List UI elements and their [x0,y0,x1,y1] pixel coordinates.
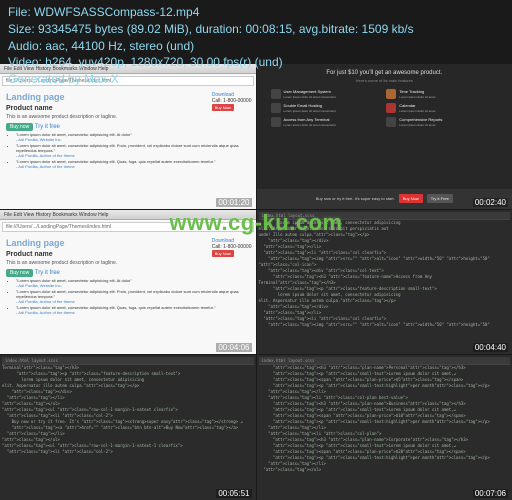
menubar: File Edit View History Bookmarks Window … [0,210,256,220]
thumb-4-editor: index.html layout.scss lorem ipsum dolor… [257,210,512,355]
quote-list: "Lorem ipsum dolor sit amet, consectetur… [16,278,250,315]
editor-tabs[interactable]: index.html layout.scss [2,357,254,365]
right-column: Download Call: 1-800-00000 Buy Now [212,92,252,111]
thumb-6-editor: index.html layout.scss "attr">class="tag… [257,355,512,500]
timestamp: 00:05:51 [216,489,251,498]
quote-list: "Lorem ipsum dolor sit amet, consectetur… [16,132,250,169]
editor-tabs[interactable]: index.html layout.scss [259,212,511,220]
size-line: Size: 93345475 bytes (89.02 MiB), durati… [8,21,504,38]
buy-now-button[interactable]: Buy Now [212,104,234,111]
code-body-1: index.html layout.scss lorem ipsum dolor… [257,210,512,355]
try-link[interactable]: Try it free [35,124,60,130]
quote-3: "Lorem ipsum dolor sit amet, consectetur… [16,159,250,169]
timestamp: 00:02:40 [473,198,508,207]
audio-line: Audio: aac, 44100 Hz, stereo (und) [8,38,504,55]
features-grid: User Management SystemLorem ipsum dolor … [263,89,507,127]
quote-2: "Lorem ipsum dolor sit amet, consectetur… [16,143,250,158]
video-line: Video: h264, yuv420p, 1280x720, 30.00 fp… [8,54,504,71]
page-body: Landing page Product name This is an awe… [0,234,256,320]
feature-6: Comprehensive ReportsLorem ipsum dolor s… [386,117,498,127]
feature-4: CalendarLorem ipsum dolor sit amet [386,103,498,113]
url-bar: file:///Users/.../LandingPage/Themes/ind… [2,222,254,232]
thumb-3-browser: File Edit View History Bookmarks Window … [0,210,256,355]
buy-now-button[interactable]: Buy Now [212,250,234,257]
thumb-5-editor: index.html layout.scss Terminal"attr">cl… [0,355,256,500]
editor-tabs[interactable]: index.html layout.scss [259,357,511,365]
timestamp: 00:04:40 [473,343,508,352]
cta-try-button[interactable]: Try it Free [427,194,453,203]
file-line: File: WDWFSASSCompass-12.mp4 [8,4,504,21]
media-info-header: File: WDWFSASSCompass-12.mp4 Size: 93345… [0,0,512,92]
buy-button[interactable]: Buy now [6,123,33,131]
generated-line: Generated by Max-X [8,71,504,88]
code-body-3: index.html layout.scss "attr">class="tag… [257,355,512,500]
calendar-icon [386,103,396,113]
thumbnail-grid: File Edit View History Bookmarks Window … [0,64,512,500]
cta-buy-button[interactable]: Buy Now [399,194,423,203]
feature-5: Access from Any TerminalLorem ipsum dolo… [271,117,383,127]
timestamp: 00:07:06 [473,489,508,498]
code-body-2: index.html layout.scss Terminal"attr">cl… [0,355,256,500]
cta-text: Buy now or try it free. It's super easy … [316,196,395,201]
buy-button[interactable]: Buy now [6,269,33,277]
timestamp: 00:04:06 [216,343,251,352]
quote-2: "Lorem ipsum dolor sit amet, consectetur… [16,289,250,304]
reports-icon [386,117,396,127]
tagline: This is an awesome product description o… [6,260,250,266]
quote-1: "Lorem ipsum dolor sit amet, consectetur… [16,278,250,288]
mail-icon [271,103,281,113]
call-text: Call: 1-800-00000 [212,244,252,250]
quote-1: "Lorem ipsum dolor sit amet, consectetur… [16,132,250,142]
quote-3: "Lorem ipsum dolor sit amet, consectetur… [16,305,250,315]
timestamp: 00:01:20 [216,198,251,207]
feature-3: Double Email HostingLorem ipsum dolor si… [271,103,383,113]
right-column: Download Call: 1-800-00000 Buy Now [212,238,252,257]
tagline: This is an awesome product description o… [6,114,250,120]
page-body: Landing page Product name This is an awe… [0,88,256,174]
try-link[interactable]: Try it free [35,270,60,276]
terminal-icon [271,117,281,127]
